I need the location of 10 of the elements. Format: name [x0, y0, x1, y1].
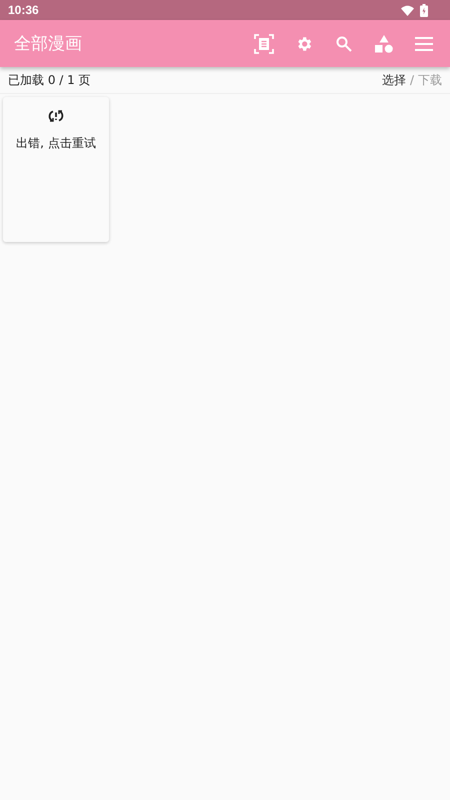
battery-icon [420, 4, 428, 16]
separator-text: / [410, 73, 414, 87]
comic-card[interactable]: 出错, 点击重试 [3, 97, 109, 242]
wifi-icon [401, 4, 414, 16]
error-message: 出错, 点击重试 [16, 135, 96, 152]
page-count: 已加载 0 / 1 页 [8, 72, 91, 88]
status-time: 10:36 [8, 3, 39, 17]
retry-icon [48, 109, 64, 123]
app-title: 全部漫画 [14, 33, 82, 55]
mode-toggle[interactable]: 选择 [382, 72, 406, 88]
